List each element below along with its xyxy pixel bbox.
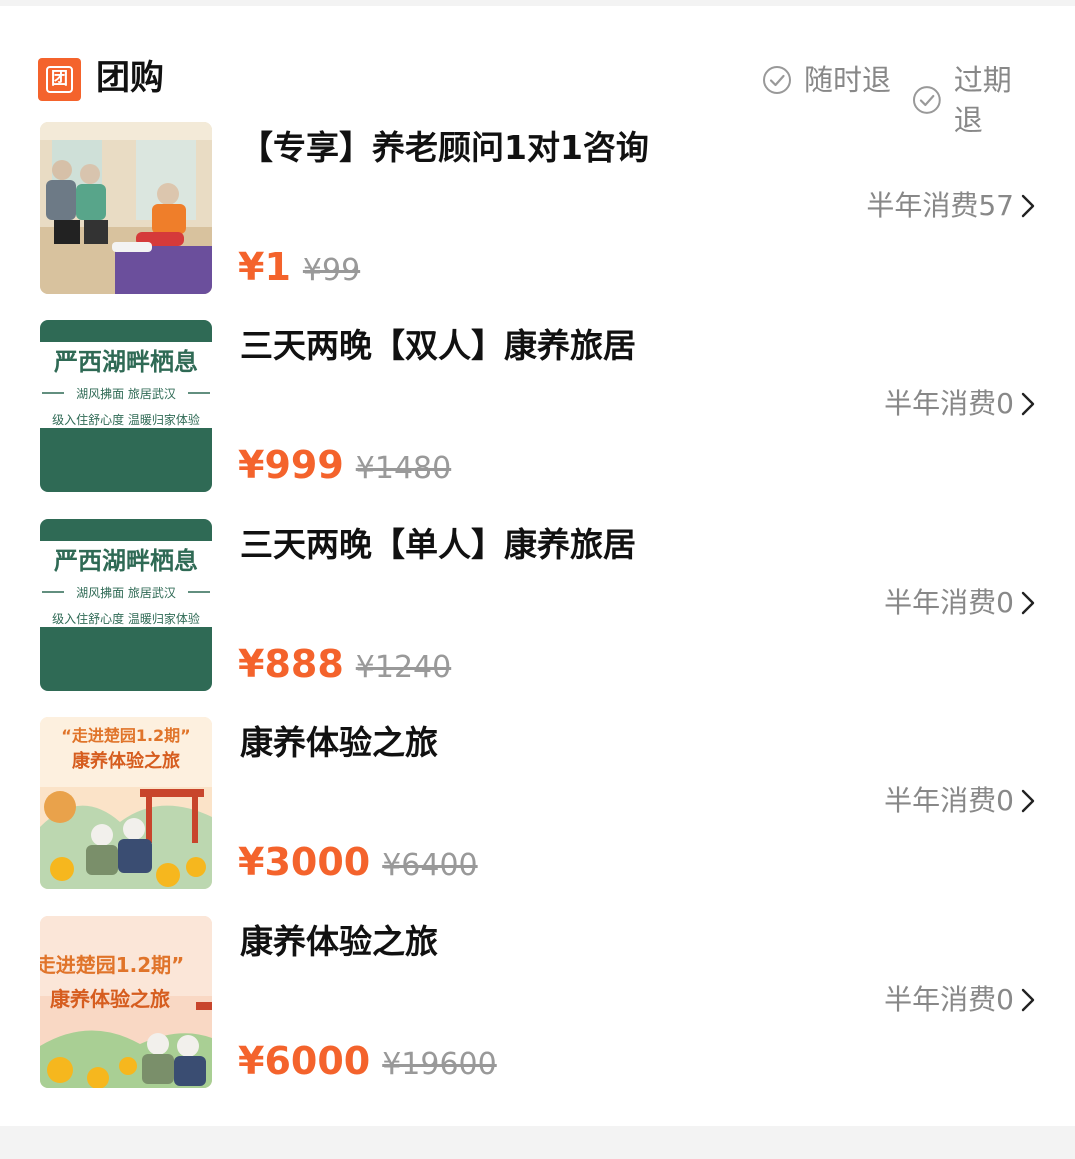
price-row: ¥888 ¥1240 [238, 641, 451, 688]
elderly-fitness-photo-icon [40, 122, 212, 294]
policy-refund-anytime: 随时退 [762, 60, 891, 100]
group-buy-card: 团 团购 随时退 过期退 【专享】养老顾问1对1咨询 半年消费57 ¥1 ¥99… [0, 6, 1075, 1126]
section-title: 团购 [96, 58, 164, 98]
deal-thumbnail[interactable] [40, 122, 212, 294]
deal-item[interactable]: 【专享】养老顾问1对1咨询 半年消费57 ¥1 ¥99 [38, 122, 1040, 296]
deal-title[interactable]: 【专享】养老顾问1对1咨询 [240, 124, 649, 172]
sales-text: 半年消费0 [884, 983, 1014, 1016]
deal-title[interactable]: 康养体验之旅 [240, 918, 438, 966]
deal-item[interactable]: “走进楚园1.2期” 康养体验之旅 康养体验之旅 半年消费0 ¥3000 ¥64… [38, 717, 1040, 891]
deal-item[interactable]: 严西湖畔栖息 湖风拂面 旅居武汉 级入住舒心度 温暖归家体验 三天两晚【单人】康… [38, 519, 1040, 693]
poster-headline: “走进楚园1.2期” [61, 726, 190, 745]
sales-count[interactable]: 半年消费57 [866, 186, 1036, 226]
original-price: ¥99 [302, 253, 361, 288]
deal-title[interactable]: 三天两晚【单人】康养旅居 [240, 521, 636, 569]
deal-thumbnail[interactable]: 严西湖畔栖息 湖风拂面 旅居武汉 级入住舒心度 温暖归家体验 [40, 519, 212, 691]
original-price: ¥1480 [355, 451, 452, 486]
poster-line2: 级入住舒心度 温暖归家体验 [52, 611, 200, 626]
sales-count[interactable]: 半年消费0 [884, 980, 1036, 1020]
chevron-right-icon [1021, 988, 1035, 1012]
current-price: ¥3000 [238, 840, 371, 884]
deal-item[interactable]: 走进楚园1.2期” 康养体验之旅 康养体验之旅 半年消费0 ¥6000 ¥196… [38, 916, 1040, 1090]
sales-text: 半年消费0 [884, 784, 1014, 817]
original-price: ¥19600 [382, 1047, 497, 1082]
sales-text: 半年消费0 [884, 586, 1014, 619]
poster-line1: 湖风拂面 旅居武汉 [76, 386, 176, 401]
travel-poster-icon: 严西湖畔栖息 湖风拂面 旅居武汉 级入住舒心度 温暖归家体验 [40, 519, 212, 691]
price-row: ¥999 ¥1480 [238, 442, 451, 489]
chevron-right-icon [1021, 194, 1035, 218]
deal-thumbnail[interactable]: 严西湖畔栖息 湖风拂面 旅居武汉 级入住舒心度 温暖归家体验 [40, 320, 212, 492]
group-buy-logo-icon: 团 [38, 58, 81, 101]
poster-sub: 康养体验之旅 [72, 750, 180, 772]
chevron-right-icon [1021, 591, 1035, 615]
price-row: ¥3000 ¥6400 [238, 839, 478, 886]
poster-headline: 走进楚园1.2期” [40, 953, 184, 977]
policy-label: 随时退 [804, 63, 892, 97]
original-price: ¥6400 [382, 848, 478, 883]
deal-item[interactable]: 严西湖畔栖息 湖风拂面 旅居武汉 级入住舒心度 温暖归家体验 三天两晚【双人】康… [38, 320, 1040, 494]
price-row: ¥6000 ¥19600 [238, 1038, 497, 1085]
price-row: ¥1 ¥99 [238, 244, 360, 291]
poster-headline: 严西湖畔栖息 [54, 347, 198, 376]
original-price: ¥1240 [355, 650, 452, 685]
check-circle-icon [763, 66, 791, 94]
chevron-right-icon [1021, 789, 1035, 813]
deal-title[interactable]: 三天两晚【双人】康养旅居 [240, 322, 636, 370]
logo-char: 团 [46, 66, 73, 93]
chevron-right-icon [1021, 392, 1035, 416]
sales-text: 半年消费57 [866, 189, 1014, 222]
current-price: ¥999 [238, 443, 344, 487]
poster-line2: 级入住舒心度 温暖归家体验 [52, 412, 200, 427]
current-price: ¥888 [238, 642, 344, 686]
deal-thumbnail[interactable]: 走进楚园1.2期” 康养体验之旅 [40, 916, 212, 1088]
wellness-illustration-icon: “走进楚园1.2期” 康养体验之旅 [40, 717, 212, 889]
group-buy-header: 团 团购 随时退 过期退 [38, 52, 1040, 137]
check-circle-icon [912, 86, 941, 114]
poster-sub: 康养体验之旅 [50, 987, 170, 1011]
wellness-illustration-icon: 走进楚园1.2期” 康养体验之旅 [40, 916, 212, 1088]
travel-poster-icon: 严西湖畔栖息 湖风拂面 旅居武汉 级入住舒心度 温暖归家体验 [40, 320, 212, 492]
deal-thumbnail[interactable]: “走进楚园1.2期” 康养体验之旅 [40, 717, 212, 889]
sales-text: 半年消费0 [884, 387, 1014, 420]
deal-title[interactable]: 康养体验之旅 [240, 719, 438, 767]
current-price: ¥1 [238, 245, 291, 289]
sales-count[interactable]: 半年消费0 [884, 781, 1036, 821]
poster-line1: 湖风拂面 旅居武汉 [76, 585, 176, 600]
sales-count[interactable]: 半年消费0 [884, 384, 1036, 424]
current-price: ¥6000 [238, 1039, 371, 1083]
sales-count[interactable]: 半年消费0 [884, 583, 1036, 623]
poster-headline: 严西湖畔栖息 [54, 546, 198, 575]
